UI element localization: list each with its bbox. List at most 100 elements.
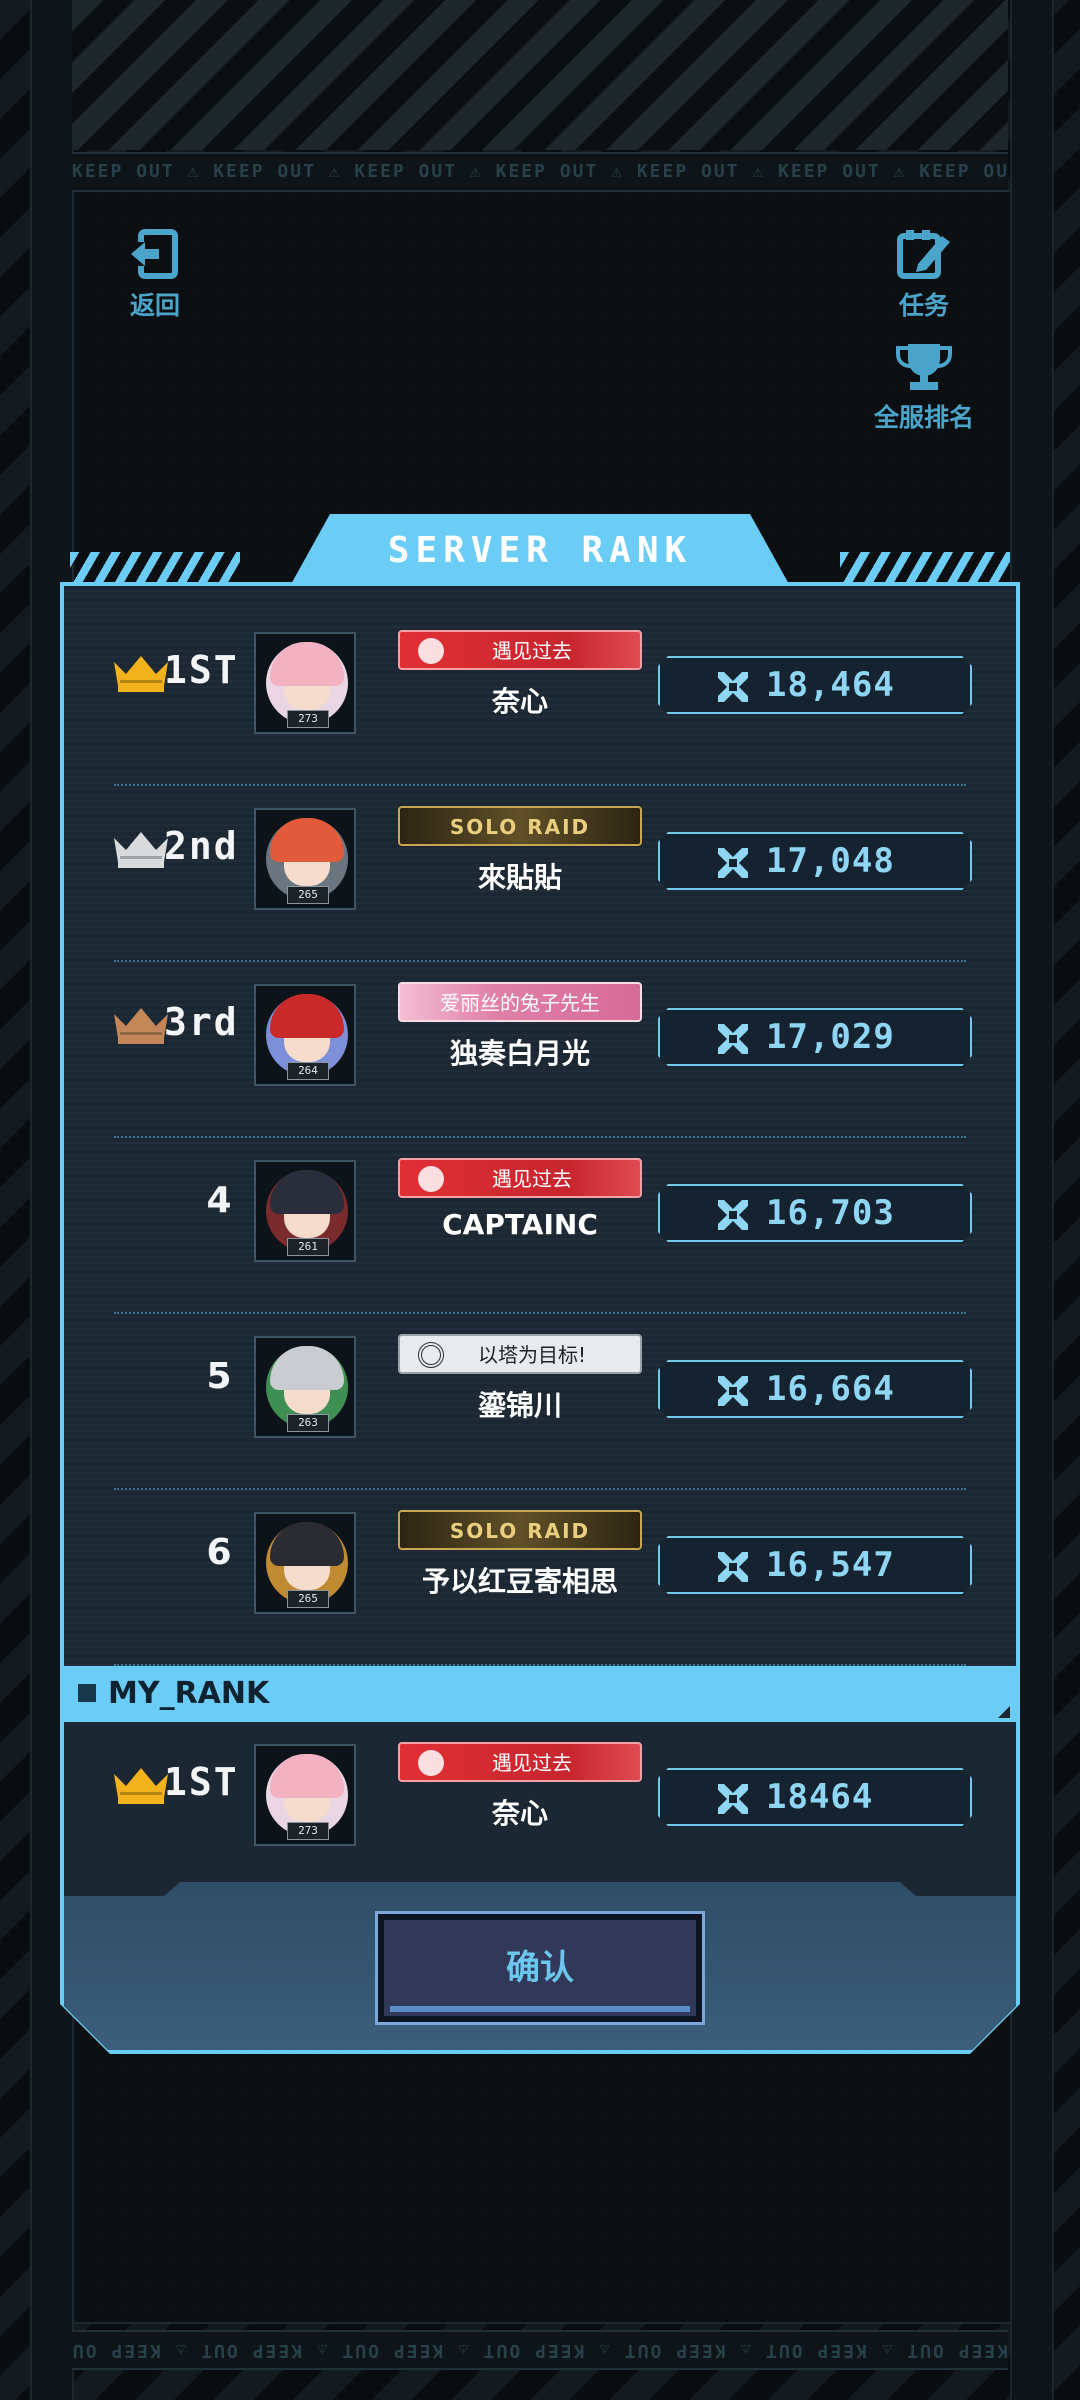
avatar-level: 273 <box>287 1822 329 1840</box>
task-pencil-icon <box>897 230 950 279</box>
player-avatar[interactable]: 261 <box>254 1160 356 1262</box>
title-badge: SOLO RAID <box>398 806 642 846</box>
player-name: 奈心 <box>491 1797 548 1830</box>
confirm-button[interactable]: 确认 <box>375 1911 705 2025</box>
crossed-swords-icon <box>718 1376 748 1406</box>
score-box: 18464 <box>658 1768 972 1826</box>
title-badge-text: 遇见过去 <box>492 639 572 663</box>
player-name: 來貼貼 <box>477 861 562 894</box>
score-value: 18464 <box>766 1777 874 1817</box>
rank-crown <box>88 654 168 692</box>
score-box: 16,703 <box>658 1184 972 1242</box>
score-box: 17,029 <box>658 1008 972 1066</box>
rank-number: 4 <box>206 1180 232 1221</box>
my-rank-label: MY_RANK <box>108 1676 270 1711</box>
crown-icon <box>114 656 168 692</box>
avatar-level: 265 <box>287 1590 329 1608</box>
title-badge-text: SOLO RAID <box>449 815 591 839</box>
title-badge: 遇见过去 <box>398 1742 642 1782</box>
title-badge: 遇见过去 <box>398 630 642 670</box>
score-value: 18,464 <box>766 665 895 705</box>
my-rank-row[interactable]: 1ST 273 遇见过去 奈心 18464 <box>64 1722 1016 1898</box>
crossed-swords-icon <box>718 1200 748 1230</box>
title-badge: 爱丽丝的兔子先生 <box>398 982 642 1022</box>
player-avatar[interactable]: 265 <box>254 1512 356 1614</box>
server-rank-button[interactable]: 全服排名 <box>864 342 984 434</box>
title-badge: 以塔为目标! <box>398 1334 642 1374</box>
score-box: 18,464 <box>658 656 972 714</box>
score-value: 17,029 <box>766 1017 895 1057</box>
panel-title: SERVER RANK <box>387 530 693 571</box>
badge-emblem-icon <box>418 638 444 664</box>
player-avatar[interactable]: 265 <box>254 808 356 910</box>
avatar-hair <box>270 1754 344 1798</box>
rank-row[interactable]: 4 261 遇见过去 CAPTAINC 16,703 <box>64 1138 1016 1314</box>
rank-crown <box>88 1766 168 1804</box>
score-value: 16,547 <box>766 1545 895 1585</box>
title-badge-text: 遇见过去 <box>492 1751 572 1775</box>
badge-emblem-icon <box>418 1166 444 1192</box>
crossed-swords-icon <box>718 848 748 878</box>
exit-icon <box>127 229 178 279</box>
rank-number: 5 <box>206 1356 232 1397</box>
task-button[interactable]: 任务 <box>884 228 964 322</box>
score-box: 17,048 <box>658 832 972 890</box>
title-badge: SOLO RAID <box>398 1510 642 1550</box>
avatar-hair <box>270 1170 344 1214</box>
crossed-swords-icon <box>718 1024 748 1054</box>
rank-row[interactable]: 6 265 SOLO RAID 予以红豆寄相思 16,547 <box>64 1490 1016 1666</box>
score-value: 17,048 <box>766 841 895 881</box>
crossed-swords-icon <box>718 1552 748 1582</box>
player-name: CAPTAINC <box>442 1208 598 1241</box>
server-rank-label: 全服排名 <box>873 403 974 432</box>
score-box: 16,547 <box>658 1536 972 1594</box>
rank-number: 6 <box>206 1532 232 1573</box>
avatar-level: 263 <box>287 1414 329 1432</box>
avatar-hair <box>270 1522 344 1566</box>
player-avatar[interactable]: 273 <box>254 632 356 734</box>
trophy-icon <box>896 344 952 390</box>
title-badge-text: 爱丽丝的兔子先生 <box>440 991 600 1015</box>
rank-text: 1ST <box>164 648 239 692</box>
top-hatch <box>72 0 1008 150</box>
rank-crown <box>88 1006 168 1044</box>
avatar-hair <box>270 994 344 1038</box>
avatar-level: 264 <box>287 1062 329 1080</box>
score-box: 16,664 <box>658 1360 972 1418</box>
rank-row[interactable]: 2nd 265 SOLO RAID 來貼貼 17,048 <box>64 786 1016 962</box>
score-value: 16,664 <box>766 1369 895 1409</box>
player-name: 独奏白月光 <box>449 1037 590 1070</box>
avatar-level: 273 <box>287 710 329 728</box>
player-name: 鎏锦川 <box>477 1389 562 1422</box>
avatar-hair <box>270 818 344 862</box>
crown-icon <box>114 1768 168 1804</box>
title-badge-text: SOLO RAID <box>449 1519 591 1543</box>
rank-text: 1ST <box>164 1760 239 1804</box>
player-avatar[interactable]: 273 <box>254 1744 356 1846</box>
rank-crown <box>88 830 168 868</box>
target-icon <box>418 1342 444 1368</box>
panel-hatch-right <box>840 552 1010 582</box>
back-label: 返回 <box>129 291 180 320</box>
crown-icon <box>114 1008 168 1044</box>
player-avatar[interactable]: 263 <box>254 1336 356 1438</box>
crown-icon <box>114 832 168 868</box>
keep-out-tape-top: KEEP OUT ⚠ KEEP OUT ⚠ KEEP OUT ⚠ KEEP OU… <box>72 152 1008 192</box>
avatar-hair <box>270 1346 344 1390</box>
rank-text: 2nd <box>164 824 239 868</box>
task-label: 任务 <box>898 291 949 320</box>
title-badge-text: 遇见过去 <box>492 1167 572 1191</box>
crossed-swords-icon <box>718 672 748 702</box>
rank-row[interactable]: 1ST 273 遇见过去 奈心 18,464 <box>64 610 1016 786</box>
player-name: 奈心 <box>491 685 548 718</box>
back-button[interactable]: 返回 <box>118 228 192 322</box>
panel-hatch-left <box>70 552 240 582</box>
player-avatar[interactable]: 264 <box>254 984 356 1086</box>
my-rank-corner <box>998 1706 1010 1718</box>
rank-row[interactable]: 3rd 264 爱丽丝的兔子先生 独奏白月光 17,029 <box>64 962 1016 1138</box>
my-rank-header: MY_RANK <box>64 1666 1016 1722</box>
avatar-hair <box>270 642 344 686</box>
my-rank-square-icon <box>78 1684 96 1702</box>
score-value: 16,703 <box>766 1193 895 1233</box>
rank-row[interactable]: 5 263 以塔为目标! 鎏锦川 16,664 <box>64 1314 1016 1490</box>
